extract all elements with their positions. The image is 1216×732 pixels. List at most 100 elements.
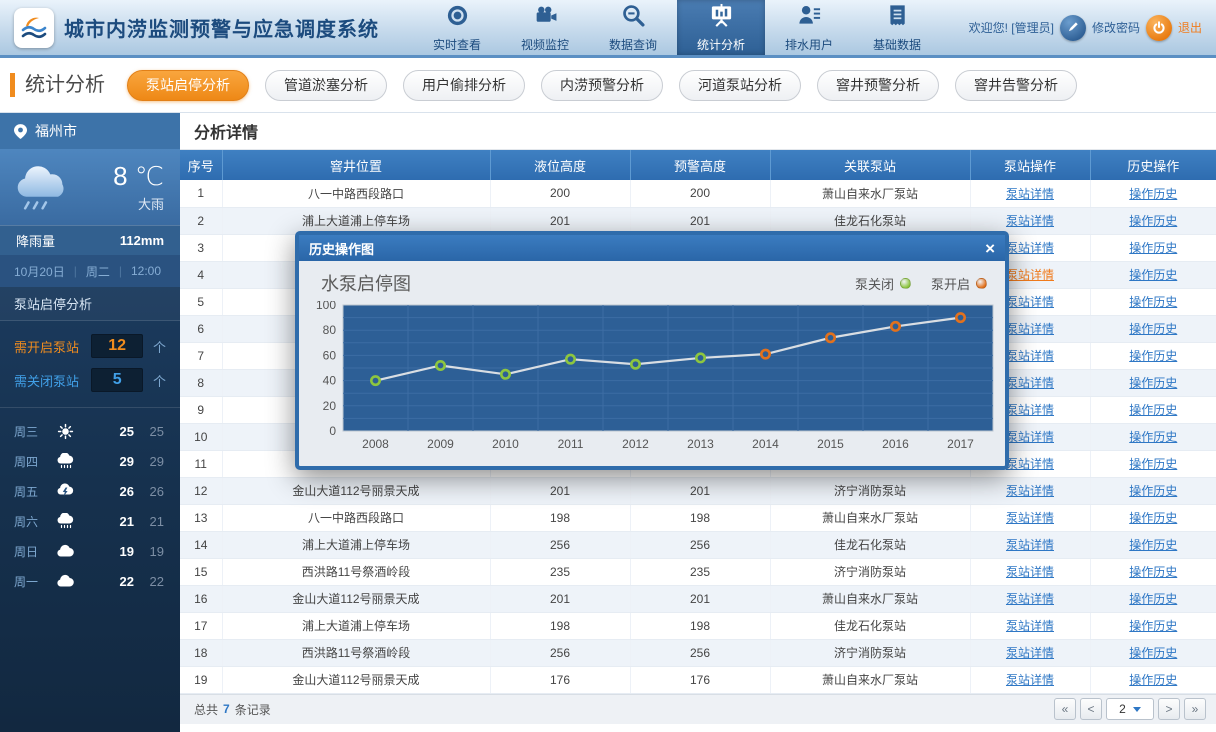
forecast-day: 周四 (14, 453, 52, 470)
level-height: 176 (490, 666, 630, 693)
nav-item-realtime-view[interactable]: 实时查看 (413, 0, 501, 55)
operation-history-link[interactable]: 操作历史 (1129, 268, 1177, 282)
close-icon[interactable]: × (985, 240, 995, 257)
nav-item-data-query[interactable]: 数据查询 (589, 0, 677, 55)
operation-history-link[interactable]: 操作历史 (1129, 484, 1177, 498)
level-height: 198 (490, 504, 630, 531)
pump-detail-link[interactable]: 泵站详情 (1006, 241, 1054, 255)
eye-icon (445, 3, 470, 33)
stat-label: 需开启泵站 (14, 337, 91, 356)
tab-pipe-silting[interactable]: 管道淤塞分析 (265, 70, 387, 101)
pump-detail-link[interactable]: 泵站详情 (1006, 538, 1054, 552)
nav-item-base-data[interactable]: 基础数据 (853, 0, 941, 55)
row-number: 13 (180, 504, 222, 531)
search-icon (621, 3, 646, 33)
pump-detail-link[interactable]: 泵站详情 (1006, 484, 1054, 498)
tab-waterlogging-warning[interactable]: 内涝预警分析 (541, 70, 663, 101)
row-number: 1 (180, 180, 222, 207)
operation-history-link[interactable]: 操作历史 (1129, 592, 1177, 606)
operation-history-link[interactable]: 操作历史 (1129, 457, 1177, 471)
pump-detail-link[interactable]: 泵站详情 (1006, 565, 1054, 579)
operation-history-link[interactable]: 操作历史 (1129, 241, 1177, 255)
table-row: 12金山大道112号丽景天成201201济宁消防泵站泵站详情操作历史 (180, 477, 1216, 504)
time-text: 12:00 (131, 264, 161, 278)
warning-height: 201 (630, 207, 770, 234)
pump-detail-link[interactable]: 泵站详情 (1006, 268, 1054, 282)
tab-manhole-warning[interactable]: 窨井预警分析 (817, 70, 939, 101)
svg-text:0: 0 (329, 424, 336, 438)
pump-detail-link[interactable]: 泵站详情 (1006, 646, 1054, 660)
row-number: 17 (180, 612, 222, 639)
pump-detail-link[interactable]: 泵站详情 (1006, 376, 1054, 390)
related-station: 济宁消防泵站 (770, 477, 970, 504)
operation-history-link[interactable]: 操作历史 (1129, 187, 1177, 201)
pump-detail-link[interactable]: 泵站详情 (1006, 403, 1054, 417)
related-station: 济宁消防泵站 (770, 639, 970, 666)
pump-detail-link[interactable]: 泵站详情 (1006, 187, 1054, 201)
pagination-prev-button[interactable]: < (1080, 698, 1102, 720)
table-footer: 总共 7 条记录 « < 2 > » (180, 694, 1216, 724)
pagination-page-select[interactable]: 2 (1106, 698, 1154, 720)
tab-river-pump[interactable]: 河道泵站分析 (679, 70, 801, 101)
pump-detail-link[interactable]: 泵站详情 (1006, 457, 1054, 471)
pump-detail-link[interactable]: 泵站详情 (1006, 349, 1054, 363)
operation-history-link[interactable]: 操作历史 (1129, 538, 1177, 552)
row-number: 7 (180, 342, 222, 369)
logout-label[interactable]: 退出 (1178, 19, 1202, 36)
svg-text:2011: 2011 (558, 437, 584, 451)
location-pin-icon (14, 124, 27, 139)
nav-item-label: 数据查询 (609, 36, 657, 53)
logout-button[interactable] (1146, 15, 1172, 41)
operation-history-link[interactable]: 操作历史 (1129, 376, 1177, 390)
pump-detail-link[interactable]: 泵站详情 (1006, 214, 1054, 228)
pump-detail-link[interactable]: 泵站详情 (1006, 322, 1054, 336)
history-operation-cell: 操作历史 (1090, 477, 1216, 504)
operation-history-link[interactable]: 操作历史 (1129, 214, 1177, 228)
analysis-tabs-row: 统计分析 泵站启停分析管道淤塞分析用户偷排分析内涝预警分析河道泵站分析窨井预警分… (0, 58, 1216, 113)
pagination-next-button[interactable]: > (1158, 698, 1180, 720)
operation-history-link[interactable]: 操作历史 (1129, 322, 1177, 336)
operation-history-link[interactable]: 操作历史 (1129, 403, 1177, 417)
chart-legend: 泵关闭泵开启 (855, 274, 995, 293)
pump-detail-link[interactable]: 泵站详情 (1006, 592, 1054, 606)
pump-detail-link[interactable]: 泵站详情 (1006, 619, 1054, 633)
pagination-last-button[interactable]: » (1184, 698, 1206, 720)
stat-value-box: 12 (91, 334, 143, 358)
table-row: 15西洪路11号祭酒岭段235235济宁消防泵站泵站详情操作历史 (180, 558, 1216, 585)
nav-item-video-monitor[interactable]: 视频监控 (501, 0, 589, 55)
operation-history-link[interactable]: 操作历史 (1129, 511, 1177, 525)
nav-item-stats-analysis[interactable]: 统计分析 (677, 0, 765, 55)
operation-history-link[interactable]: 操作历史 (1129, 619, 1177, 633)
analysis-tabs: 泵站启停分析管道淤塞分析用户偷排分析内涝预警分析河道泵站分析窨井预警分析窨井告警… (127, 70, 1077, 101)
warning-height: 198 (630, 504, 770, 531)
date-row: 10月20日 | 周二 | 12:00 (0, 255, 180, 287)
pump-detail-link[interactable]: 泵站详情 (1006, 511, 1054, 525)
operation-history-link[interactable]: 操作历史 (1129, 295, 1177, 309)
nav-item-label: 实时查看 (433, 36, 481, 53)
stat-pumps-to-open: 需开启泵站12个 (0, 329, 180, 363)
table-row: 1八一中路西段路口200200萧山自来水厂泵站泵站详情操作历史 (180, 180, 1216, 207)
operation-history-link[interactable]: 操作历史 (1129, 349, 1177, 363)
legend-label: 泵开启 (931, 274, 970, 293)
forecast-high-temp: 25 (112, 424, 134, 439)
tab-pump-start-stop[interactable]: 泵站启停分析 (127, 70, 249, 101)
tab-illegal-discharge[interactable]: 用户偷排分析 (403, 70, 525, 101)
tab-manhole-alarm[interactable]: 窨井告警分析 (955, 70, 1077, 101)
warning-height: 198 (630, 612, 770, 639)
app-title: 城市内涝监测预警与应急调度系统 (64, 13, 379, 42)
forecast-day: 周五 (14, 483, 52, 500)
camera-icon (533, 3, 558, 33)
operation-history-link[interactable]: 操作历史 (1129, 430, 1177, 444)
pump-detail-link[interactable]: 泵站详情 (1006, 673, 1054, 687)
operation-history-link[interactable]: 操作历史 (1129, 565, 1177, 579)
pump-detail-link[interactable]: 泵站详情 (1006, 430, 1054, 444)
nav-item-drain-users[interactable]: 排水用户 (765, 0, 853, 55)
forecast-row: 周日1919 (0, 536, 180, 566)
manhole-location: 西洪路11号祭酒岭段 (222, 558, 490, 585)
pagination-first-button[interactable]: « (1054, 698, 1076, 720)
pump-detail-link[interactable]: 泵站详情 (1006, 295, 1054, 309)
change-password-label[interactable]: 修改密码 (1092, 19, 1140, 36)
operation-history-link[interactable]: 操作历史 (1129, 646, 1177, 660)
operation-history-link[interactable]: 操作历史 (1129, 673, 1177, 687)
change-password-button[interactable] (1060, 15, 1086, 41)
